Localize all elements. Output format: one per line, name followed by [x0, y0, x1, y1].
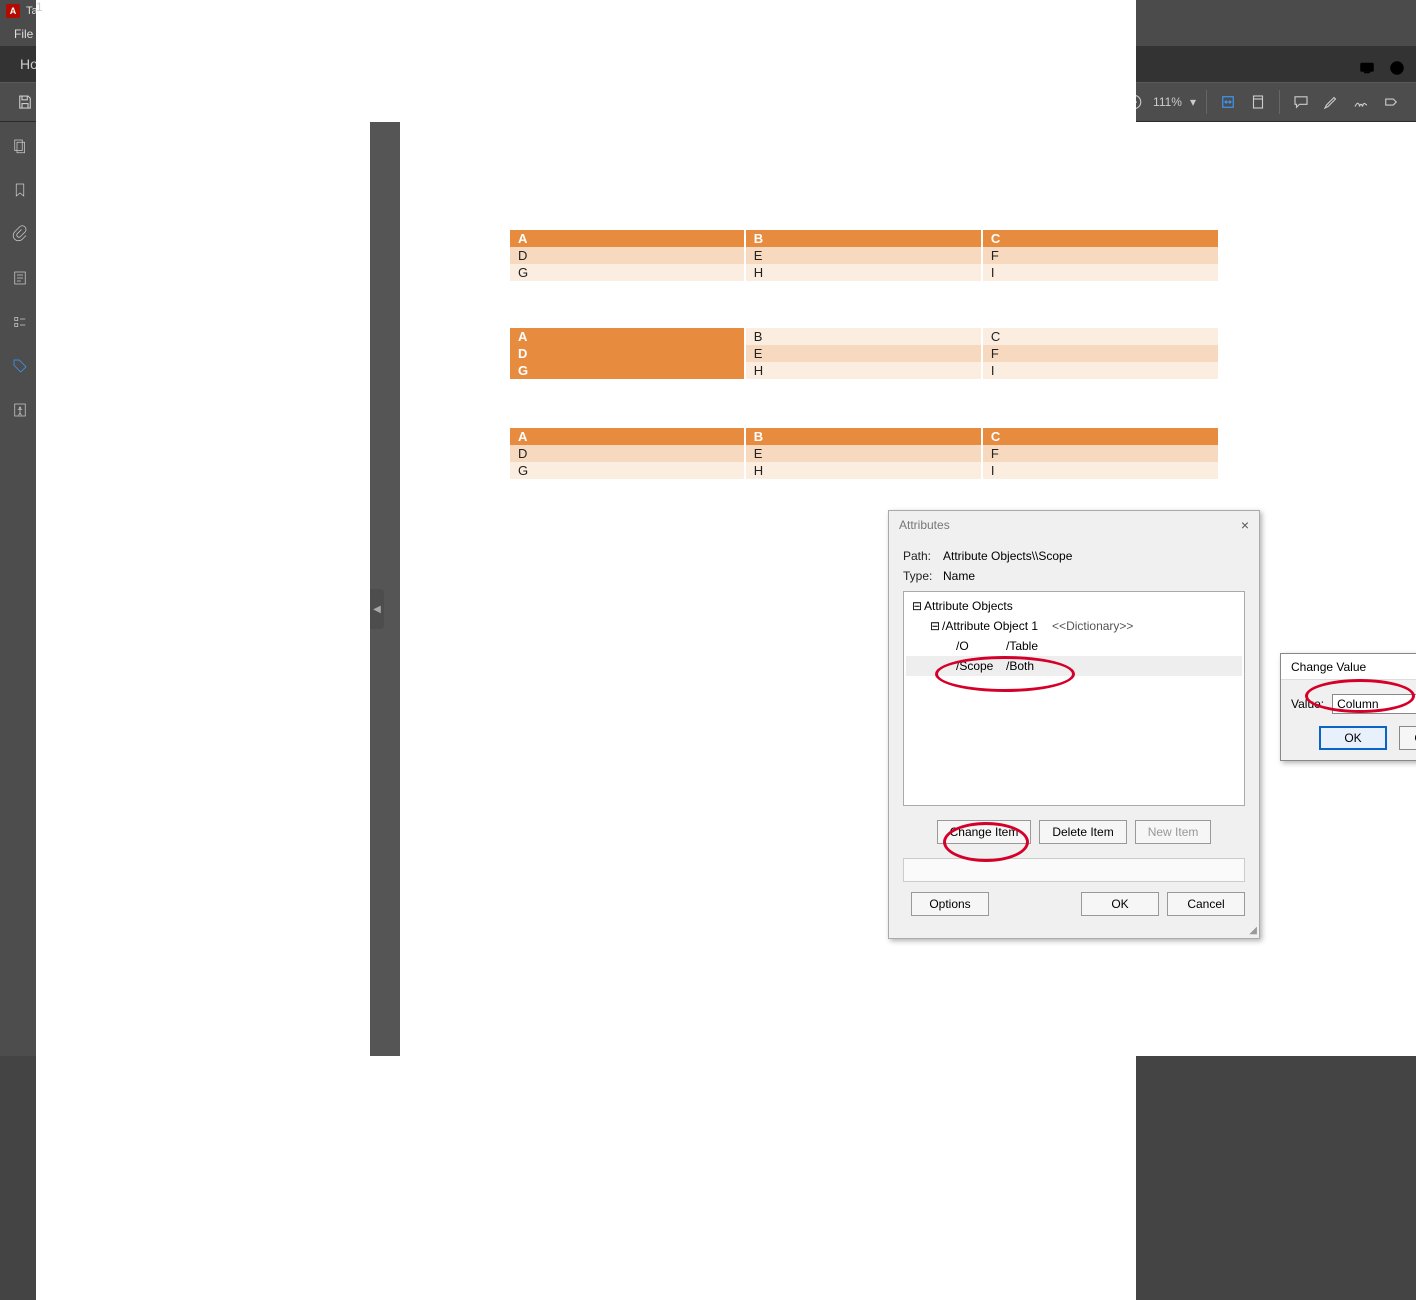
change-item-button[interactable]: Change Item	[937, 820, 1032, 844]
table-cell: F	[982, 247, 1219, 264]
change-value-title: Change Value	[1291, 660, 1366, 674]
document-viewport[interactable]: ◀ ABCDEFGHIABCDEFGHIABCDEFGHI Attributes…	[370, 122, 1416, 1056]
table-cell: B	[745, 328, 982, 345]
new-item-button: New Item	[1135, 820, 1212, 844]
attr-ok-button[interactable]: OK	[1081, 892, 1159, 916]
table-cell: E	[745, 445, 982, 462]
table-cell: I	[982, 264, 1219, 281]
main-toolbar: 1 / 1 111% ▾	[0, 82, 1416, 122]
cv-cancel-button[interactable]: Cancel	[1399, 726, 1416, 750]
table-cell: A	[510, 428, 745, 445]
order-icon[interactable]	[8, 310, 32, 334]
app-icon: A	[6, 4, 20, 18]
bookmarks-icon[interactable]	[8, 178, 32, 202]
table-cell: D	[510, 445, 745, 462]
value-label: Value:	[1291, 697, 1324, 711]
table-cell: G	[510, 362, 745, 379]
close-dialog-icon[interactable]: ×	[1241, 517, 1249, 533]
zoom-value[interactable]: 111%	[1153, 95, 1182, 109]
delete-item-button[interactable]: Delete Item	[1039, 820, 1126, 844]
more-tools-icon[interactable]	[1376, 87, 1406, 117]
options-button[interactable]: Options	[911, 892, 989, 916]
table-cell: C	[982, 328, 1219, 345]
example-table: ABC DEF GHI	[510, 230, 1220, 281]
table-cell: H	[745, 264, 982, 281]
path-value: Attribute Objects\\Scope	[943, 549, 1072, 563]
example-table: ABC DEF GHI	[510, 428, 1220, 479]
example-table: ABC DEF GHI	[510, 328, 1220, 379]
table-cell: E	[745, 247, 982, 264]
table-cell: I	[982, 462, 1219, 479]
table-cell: D	[510, 345, 745, 362]
tags-icon[interactable]	[8, 354, 32, 378]
attr-tree-obj-type: <<Dictionary>>	[1052, 619, 1133, 633]
sign-icon[interactable]	[1346, 87, 1376, 117]
left-nav-rail	[0, 122, 40, 1056]
comment-icon[interactable]	[1286, 87, 1316, 117]
highlight-icon[interactable]	[1316, 87, 1346, 117]
attribute-tree[interactable]: ⊟Attribute Objects ⊟/Attribute Object 1<…	[903, 591, 1245, 806]
type-label: Type:	[903, 569, 943, 583]
table-cell: G	[510, 462, 745, 479]
fit-page-icon[interactable]	[1243, 87, 1273, 117]
collapse-panel-icon[interactable]: ◀	[370, 589, 384, 629]
table-cell: H	[745, 362, 982, 379]
attributes-statusbar	[903, 858, 1245, 882]
table-cell: E	[745, 345, 982, 362]
table-cell: C	[982, 230, 1219, 247]
attr-key-1: /Scope	[956, 659, 1006, 673]
attr-tree-root: Attribute Objects	[924, 599, 1013, 613]
notifications-icon[interactable]	[1358, 59, 1376, 82]
thumbnails-icon[interactable]	[8, 134, 32, 158]
path-label: Path:	[903, 549, 943, 563]
table-cell: B	[745, 428, 982, 445]
table-cell: I	[982, 362, 1219, 379]
table-cell: C	[982, 428, 1219, 445]
table-cell: H	[745, 462, 982, 479]
attributes-dialog: Attributes × Path:Attribute Objects\\Sco…	[888, 510, 1260, 939]
resize-grip-icon[interactable]: ◢	[1249, 925, 1257, 936]
attachments-icon[interactable]	[8, 222, 32, 246]
fit-width-icon[interactable]	[1213, 87, 1243, 117]
attr-val-1: /Both	[1006, 659, 1034, 673]
help-icon[interactable]	[1388, 59, 1406, 82]
attr-tree-obj: /Attribute Object 1	[942, 619, 1038, 633]
change-value-dialog: Change Value × Value: OK Cancel ◢	[1280, 653, 1416, 761]
type-value: Name	[943, 569, 975, 583]
zoom-dropdown-icon[interactable]: ▾	[1190, 95, 1196, 109]
cv-ok-button[interactable]: OK	[1319, 726, 1387, 750]
table-cell: F	[982, 345, 1219, 362]
content-icon[interactable]	[8, 266, 32, 290]
table-cell: A	[510, 230, 745, 247]
attr-cancel-button[interactable]: Cancel	[1167, 892, 1245, 916]
value-input[interactable]	[1332, 694, 1416, 714]
table-cell: B	[745, 230, 982, 247]
attributes-dialog-title: Attributes	[899, 518, 950, 532]
accessibility-icon[interactable]	[8, 398, 32, 422]
table-cell: G	[510, 264, 745, 281]
attr-key-0: /O	[956, 639, 1006, 653]
attr-val-0: /Table	[1006, 639, 1038, 653]
table-cell: D	[510, 247, 745, 264]
table-cell: F	[982, 445, 1219, 462]
table-cell: A	[510, 328, 745, 345]
